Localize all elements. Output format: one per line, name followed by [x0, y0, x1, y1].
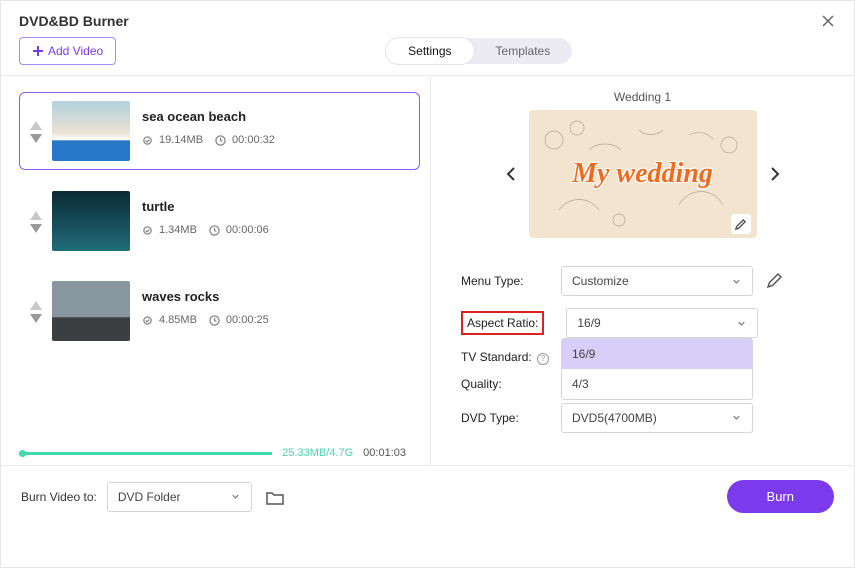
clock-icon [215, 135, 226, 146]
chevron-down-icon [230, 491, 241, 502]
clock-icon [209, 315, 220, 326]
tv-standard-text: TV Standard: [461, 350, 532, 364]
tabs: Settings Templates [386, 38, 572, 64]
template-name: Wedding 1 [461, 90, 824, 104]
video-size: 1.34MB [159, 224, 197, 236]
chevron-down-icon [731, 276, 742, 287]
burn-to-value: DVD Folder [118, 490, 181, 504]
size-icon [142, 225, 153, 236]
video-list: sea ocean beach 19.14MB 00:00:32 turt [19, 92, 420, 447]
folder-icon[interactable] [264, 486, 286, 508]
video-thumbnail [52, 101, 130, 161]
move-down-icon[interactable] [30, 224, 42, 233]
burn-button[interactable]: Burn [727, 480, 834, 513]
move-up-icon[interactable] [30, 301, 42, 310]
window-title: DVD&BD Burner [19, 13, 129, 29]
add-video-label: Add Video [48, 44, 103, 58]
move-up-icon[interactable] [30, 121, 42, 130]
prev-template-icon[interactable] [503, 165, 521, 183]
aspect-ratio-option[interactable]: 4/3 [562, 369, 752, 399]
burn-to-label: Burn Video to: [21, 490, 97, 504]
move-down-icon[interactable] [30, 134, 42, 143]
aspect-ratio-dropdown: 16/9 4/3 [561, 338, 753, 400]
aspect-ratio-value: 16/9 [577, 316, 600, 330]
move-up-icon[interactable] [30, 211, 42, 220]
video-thumbnail [52, 191, 130, 251]
dvd-type-value: DVD5(4700MB) [572, 411, 657, 425]
menu-type-label: Menu Type: [461, 274, 561, 288]
chevron-down-icon [736, 318, 747, 329]
dvd-type-select[interactable]: DVD5(4700MB) [561, 403, 753, 433]
chevron-down-icon [731, 412, 742, 423]
total-duration: 00:01:03 [363, 447, 406, 459]
edit-menu-icon[interactable] [765, 272, 783, 290]
capacity-bar [19, 452, 272, 455]
tab-settings[interactable]: Settings [386, 38, 473, 64]
size-icon [142, 135, 153, 146]
quality-label: Quality: [461, 377, 561, 391]
video-item[interactable]: turtle 1.34MB 00:00:06 [19, 182, 420, 260]
video-name: turtle [142, 199, 269, 214]
video-name: waves rocks [142, 289, 269, 304]
menu-type-value: Customize [572, 274, 629, 288]
tab-templates[interactable]: Templates [474, 38, 573, 64]
dvd-type-label: DVD Type: [461, 411, 561, 425]
menu-type-select[interactable]: Customize [561, 266, 753, 296]
video-size: 19.14MB [159, 134, 203, 146]
video-item[interactable]: sea ocean beach 19.14MB 00:00:32 [19, 92, 420, 170]
move-down-icon[interactable] [30, 314, 42, 323]
capacity-label: 25.33MB/4.7G [282, 447, 353, 459]
add-video-button[interactable]: Add Video [19, 37, 116, 65]
edit-template-button[interactable] [731, 214, 751, 234]
clock-icon [209, 225, 220, 236]
video-size: 4.85MB [159, 314, 197, 326]
tv-standard-label: TV Standard: ? [461, 350, 561, 365]
video-name: sea ocean beach [142, 109, 275, 124]
video-item[interactable]: waves rocks 4.85MB 00:00:25 [19, 272, 420, 350]
plus-icon [32, 45, 44, 57]
close-icon[interactable] [820, 13, 836, 29]
aspect-ratio-option[interactable]: 16/9 [562, 339, 752, 369]
aspect-ratio-label: Aspect Ratio: [461, 311, 544, 335]
size-icon [142, 315, 153, 326]
pencil-icon [734, 218, 747, 231]
template-overlay-text: My wedding [572, 158, 713, 190]
video-duration: 00:00:06 [226, 224, 269, 236]
video-thumbnail [52, 281, 130, 341]
video-duration: 00:00:25 [226, 314, 269, 326]
burn-to-select[interactable]: DVD Folder [107, 482, 252, 512]
aspect-ratio-select[interactable]: 16/9 [566, 308, 758, 338]
next-template-icon[interactable] [765, 165, 783, 183]
help-icon[interactable]: ? [537, 353, 549, 365]
video-duration: 00:00:32 [232, 134, 275, 146]
template-preview[interactable]: My wedding [529, 110, 757, 238]
